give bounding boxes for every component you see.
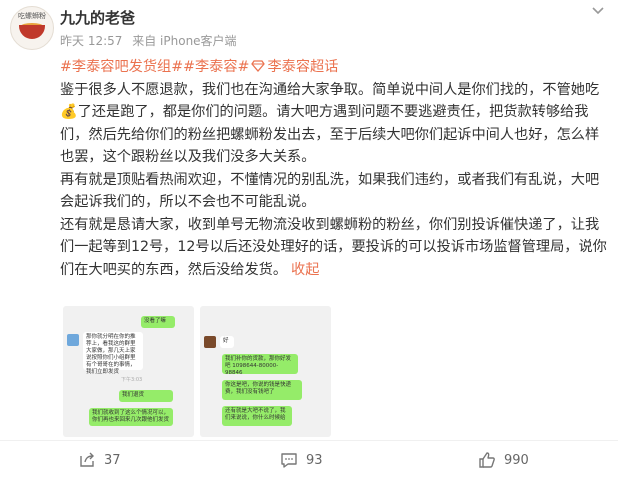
screenshot-image-1[interactable]: 没看了嘛 那你就分明在你的推荐上，看我这的群里大家做，那几天上家说按照你们小组群… <box>63 306 194 437</box>
post-meta: 昨天 12:57 来自 iPhone客户端 <box>60 32 243 49</box>
collapse-link[interactable]: 收起 <box>291 262 319 278</box>
post-time: 昨天 12:57 <box>60 34 123 48</box>
comment-button[interactable]: 93 <box>280 449 323 471</box>
paragraph-1-part-2: 了还是跑了，都是你们的问题。请大吧方遇到问题不要逃避责任，把货款转够给我们，然后… <box>60 104 600 165</box>
avatar[interactable]: 吃螺蛳粉 <box>10 6 54 50</box>
chat-bubble: 我们退货 <box>119 390 173 402</box>
paragraph-1-part-1: 鉴于很多人不愿退款，我们也在沟通给大家争取。简单说中间人是你们找的，不管她吃 <box>60 81 600 98</box>
topic-link-2[interactable]: #李泰容# <box>183 59 249 75</box>
diamond-icon <box>251 60 266 72</box>
post-content: #李泰容吧发货组##李泰容# 李泰容超话 鉴于很多人不愿退款，我们也在沟通给大家争… <box>60 56 610 281</box>
share-count: 37 <box>104 452 121 468</box>
like-count: 990 <box>504 452 529 468</box>
chat-timestamp: 下午3:03 <box>121 377 143 383</box>
paragraph-2: 再有就是顶贴看热闹欢迎，不懂情况的别乱洗，如果我们违约，或者我们有乱说，大吧会起… <box>60 171 600 211</box>
username[interactable]: 九九的老爸 <box>60 7 135 28</box>
avatar-bowl <box>19 25 45 39</box>
screenshot-image-2[interactable]: 好 我们补你的货款，那你好发吧 1098644-80000-98846 你这是吧… <box>200 306 331 437</box>
action-bar: 37 93 990 <box>0 440 618 484</box>
like-button[interactable]: 990 <box>478 449 529 471</box>
money-bag-icon: 💰 <box>60 104 78 120</box>
topic-link-1[interactable]: #李泰容吧发货组# <box>60 59 183 75</box>
chat-bubble: 没看了嘛 <box>141 316 175 328</box>
chat-bubble: 好 <box>220 336 234 348</box>
post-header: 吃螺蛳粉 九九的老爸 昨天 12:57 来自 iPhone客户端 <box>0 0 618 60</box>
thumbs-up-icon <box>479 452 495 468</box>
chat-bubble: 那你就分明在你的推荐上，看我这的群里大家做，那几天上家说按照你们小组群里有个哥哥… <box>83 332 143 375</box>
chat-avatar <box>67 334 79 346</box>
avatar-text: 吃螺蛳粉 <box>18 12 46 20</box>
comment-count: 93 <box>306 452 323 468</box>
paragraph-1: 鉴于很多人不愿退款，我们也在沟通给大家争取。简单说中间人是你们找的，不管她吃 💰了… <box>60 79 610 169</box>
chevron-down-icon[interactable] <box>590 2 606 18</box>
share-button[interactable]: 37 <box>78 449 121 471</box>
topic-line: #李泰容吧发货组##李泰容# 李泰容超话 <box>60 56 610 79</box>
supertopic-label: 李泰容超话 <box>267 59 339 75</box>
paragraph-3: 还有就是恳请大家，收到单号无物流没收到螺蛳粉的粉丝，你们别投诉催快递了，让我们一… <box>60 214 610 282</box>
chat-bubble: 你这是吧，你说的钱是快递费，我们没有钱吧了 <box>222 380 302 400</box>
chat-bubble: 还有就是大吧不说了，我们来说说，你什么时候给 <box>222 406 292 426</box>
post-source: 来自 iPhone客户端 <box>132 34 237 48</box>
paragraph-3-text: 还有就是恳请大家，收到单号无物流没收到螺蛳粉的粉丝，你们别投诉催快递了，让我们一… <box>60 216 607 278</box>
chat-bubble: 我们补你的货款，那你好发吧 1098644-80000-98846 <box>222 354 298 376</box>
share-icon <box>80 452 94 467</box>
comment-icon <box>281 453 297 468</box>
chat-bubble: 我们就收到了这么个情况可以，你们再也来回来几次跟他们发货 <box>89 408 173 426</box>
chat-avatar <box>204 336 216 348</box>
supertopic-link[interactable]: 李泰容超话 <box>249 59 338 75</box>
